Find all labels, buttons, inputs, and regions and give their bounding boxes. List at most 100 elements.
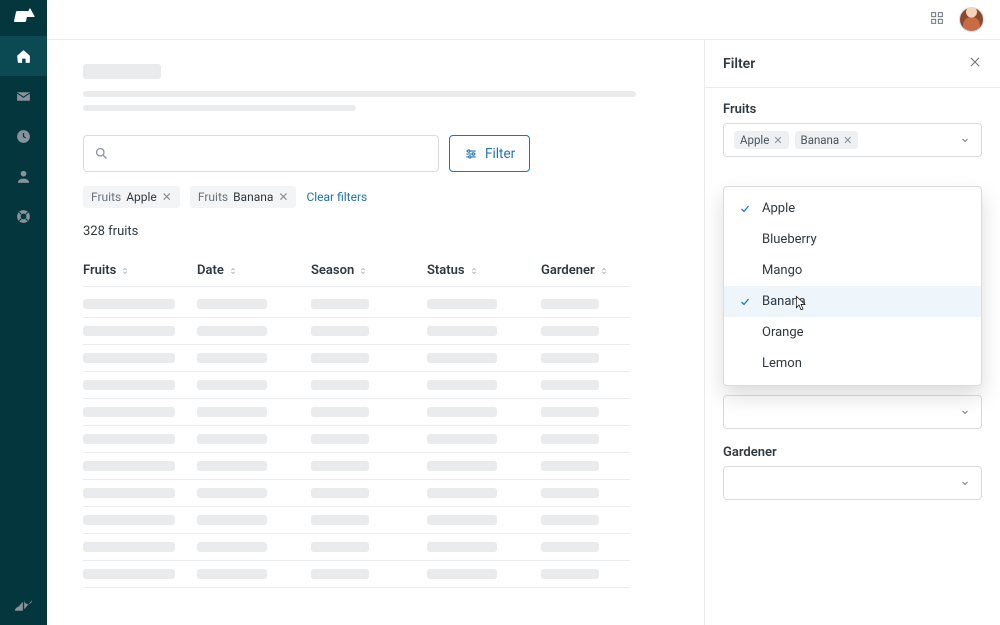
fruits-field: Fruits Apple✕Banana✕ [723,102,982,157]
sort-icon [228,266,238,276]
clock-icon [15,128,32,145]
fruits-dropdown[interactable]: AppleBlueberryMango Banana Orange Lemon [723,186,982,386]
mail-icon [15,88,32,105]
main-column: Filter Fruits Apple ✕Fruits Banana ✕Clea… [47,0,1000,625]
dropdown-option[interactable]: Blueberry [724,224,981,255]
table-row[interactable] [83,507,630,534]
sliders-icon [464,147,478,161]
selected-tag[interactable]: Banana✕ [795,131,859,149]
cell-skeleton [197,461,267,471]
column-label: Fruits [83,263,116,278]
dropdown-option[interactable]: Banana [724,286,981,317]
table-row[interactable] [83,426,630,453]
selected-tag[interactable]: Apple✕ [734,131,789,149]
nav-user[interactable] [0,156,47,196]
clear-filters-link[interactable]: Clear filters [306,190,367,204]
cell-skeleton [427,407,497,417]
option-label: Banana [762,294,806,309]
search-input[interactable] [83,135,439,172]
cell-skeleton [83,353,175,363]
column-label: Date [197,263,224,278]
nav-mail[interactable] [0,76,47,116]
dropdown-option[interactable]: Lemon [724,348,981,379]
table-row[interactable] [83,372,630,399]
lifebuoy-icon [15,208,32,225]
cell-skeleton [541,434,599,444]
cell-skeleton [197,299,267,309]
table-row[interactable] [83,291,630,318]
table-row[interactable] [83,453,630,480]
cell-skeleton [83,515,175,525]
tag-remove-icon[interactable]: ✕ [843,134,852,147]
column-label: Gardener [541,263,595,278]
column-header[interactable]: Gardener [541,263,630,278]
nav-home[interactable] [0,36,47,76]
cell-skeleton [311,434,369,444]
column-label: Status [427,263,465,278]
tag-remove-icon[interactable]: ✕ [773,134,782,147]
home-icon [15,48,32,65]
filter-button-label: Filter [485,146,515,162]
chip-remove-icon[interactable]: ✕ [162,190,172,204]
filter-chip[interactable]: Fruits Apple ✕ [83,186,180,208]
subtitle-skeleton-2 [83,105,356,111]
cell-skeleton [541,407,599,417]
cell-skeleton [311,569,369,579]
cell-skeleton [311,515,369,525]
option-label: Orange [762,325,804,340]
cell-skeleton [311,326,369,336]
cell-skeleton [311,299,369,309]
cell-skeleton [541,299,599,309]
cell-skeleton [311,488,369,498]
dropdown-option[interactable]: Apple [724,193,981,224]
cell-skeleton [197,380,267,390]
apps-button[interactable] [929,10,945,30]
gardener-select[interactable] [723,466,982,500]
cell-skeleton [427,542,497,552]
table-row[interactable] [83,345,630,372]
column-header[interactable]: Fruits [83,263,197,278]
close-panel-button[interactable] [968,54,982,73]
status-select[interactable] [723,395,982,429]
filter-button[interactable]: Filter [449,135,530,172]
active-filter-chips: Fruits Apple ✕ Fruits Banana ✕ Clear filte… [83,186,668,208]
gardener-label: Gardener [723,445,982,460]
search-icon [94,146,109,161]
nav-zendesk[interactable] [0,585,47,625]
cell-skeleton [197,326,267,336]
fruits-multiselect[interactable]: Apple✕ Banana✕ [723,123,982,157]
check-icon [738,203,752,215]
column-header[interactable]: Season [311,263,427,278]
cell-skeleton [311,353,369,363]
cell-skeleton [541,461,599,471]
chip-value: Banana [233,190,273,204]
chevron-down-icon [959,406,971,418]
dropdown-option[interactable]: Orange [724,317,981,348]
toolbar: Filter [83,135,668,172]
table-row[interactable] [83,480,630,507]
cell-skeleton [427,326,497,336]
dropdown-option[interactable]: Mango [724,255,981,286]
table-row[interactable] [83,534,630,561]
cell-skeleton [311,380,369,390]
column-header[interactable]: Status [427,263,541,278]
column-header[interactable]: Date [197,263,311,278]
cell-skeleton [541,542,599,552]
table-row[interactable] [83,561,630,588]
table-row[interactable] [83,318,630,345]
table-row[interactable] [83,399,630,426]
filter-panel: Filter Fruits Apple✕Banana✕ Fall [704,40,1000,625]
filter-chip[interactable]: Fruits Banana ✕ [190,186,297,208]
brand-logo [13,8,35,30]
top-bar [47,0,1000,40]
cell-skeleton [311,461,369,471]
subtitle-skeleton-1 [83,91,636,97]
close-icon [968,55,982,69]
chip-remove-icon[interactable]: ✕ [278,190,288,204]
cell-skeleton [311,542,369,552]
nav-support[interactable] [0,196,47,236]
cell-skeleton [83,542,175,552]
nav-recent[interactable] [0,116,47,156]
avatar[interactable] [959,7,984,32]
cell-skeleton [311,407,369,417]
